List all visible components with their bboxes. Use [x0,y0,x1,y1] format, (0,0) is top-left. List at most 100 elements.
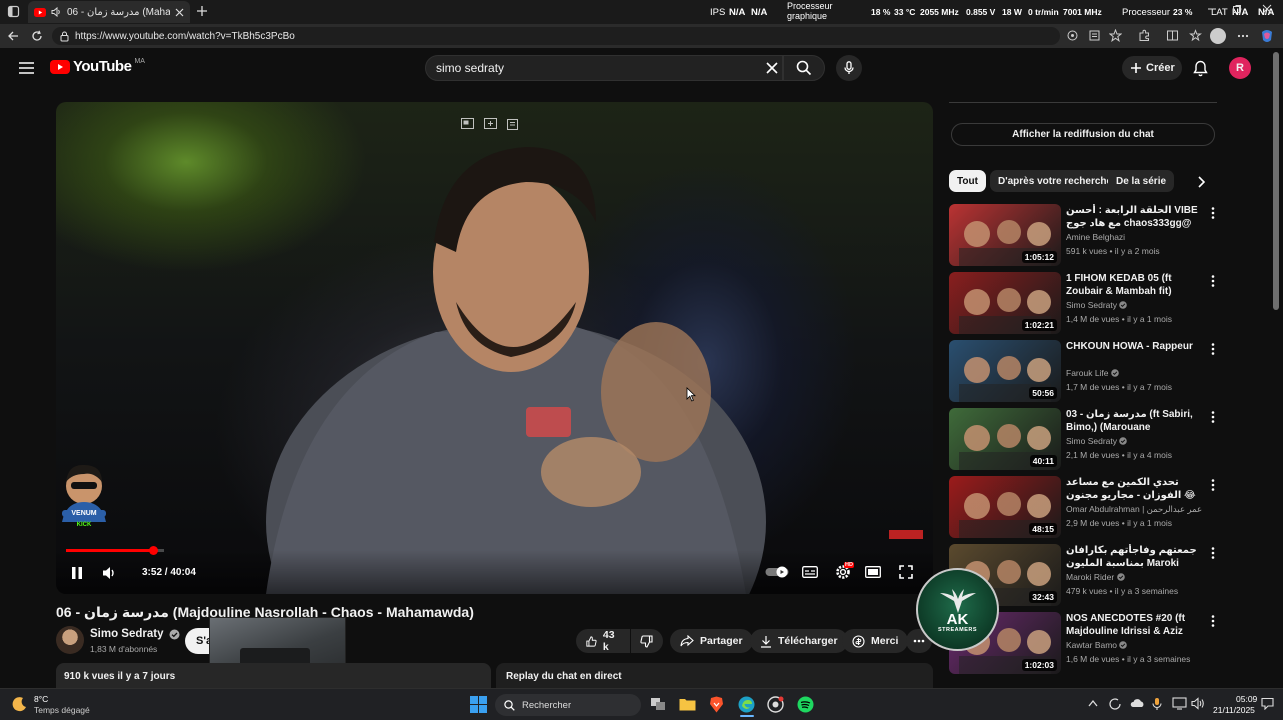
recommendation-channel[interactable]: Maroki Rider [1066,572,1125,582]
fullscreen-button[interactable] [897,564,915,580]
page-scrollbar[interactable] [1273,52,1279,310]
recommendation-channel[interactable]: Farouk Life [1066,368,1119,378]
chip-all[interactable]: Tout [949,170,986,192]
profile-avatar-icon[interactable] [1210,28,1226,44]
onedrive-icon[interactable] [1130,698,1145,708]
description-box[interactable]: 910 k vues il y a 7 jours [56,663,491,689]
recommendation-thumbnail[interactable]: 40:11 [949,408,1061,470]
overlay-notes-icon[interactable] [507,118,518,130]
recommendation-channel[interactable]: Kawtar Bamo [1066,640,1128,650]
volume-button[interactable] [100,564,118,582]
voice-search-button[interactable] [836,55,862,81]
spotify-icon[interactable] [797,696,814,713]
share-button[interactable]: Partager [670,629,753,653]
search-input[interactable]: simo sedraty [425,55,783,81]
taskbar-search-box[interactable]: Rechercher [495,694,641,716]
menu-hamburger-icon[interactable] [19,62,34,74]
reload-icon[interactable] [31,30,43,42]
show-chat-replay-button[interactable]: Afficher la rediffusion du chat [951,123,1215,146]
recommendation-channel[interactable]: Simo Sedraty [1066,436,1128,446]
close-window-icon[interactable] [1262,4,1272,14]
recommendation-channel[interactable]: Omar Abdulrahman | عمر عبدالرحمن [1066,504,1202,515]
settings-button[interactable]: HD [832,562,854,582]
like-button[interactable]: 43 k [576,629,630,653]
lock-icon[interactable] [60,31,69,42]
start-button[interactable] [470,696,487,713]
search-button[interactable] [783,55,825,81]
github-app-icon[interactable] [767,696,784,713]
recommendation-more-icon[interactable] [1207,274,1219,288]
notification-center-icon[interactable] [1261,697,1274,710]
recommendation-more-icon[interactable] [1207,614,1219,628]
recommendation-more-icon[interactable] [1207,206,1219,220]
extension-puzzle-icon[interactable] [1138,29,1151,42]
copilot-icon[interactable] [1259,28,1275,44]
new-tab-icon[interactable] [196,5,208,17]
notifications-bell-icon[interactable] [1193,60,1208,77]
progress-scrubber[interactable] [149,546,159,555]
reader-mode-icon[interactable] [1088,29,1101,42]
extensions-icon[interactable] [1066,29,1079,42]
back-icon[interactable] [7,30,19,42]
subtitles-button[interactable] [801,564,819,580]
collections-icon[interactable] [1189,29,1202,42]
brave-browser-icon[interactable] [709,696,724,713]
recommendation-thumbnail[interactable]: 1:05:12 [949,204,1061,266]
recommendation-title[interactable]: 1 FIHOM KEDAB 05 (ft Zoubair & Mambah fi… [1066,272,1206,298]
chips-next-button[interactable] [1192,174,1210,190]
split-screen-icon[interactable] [1166,29,1179,42]
recommendation-card[interactable]: 1:05:12 الحلقة الرابعة : أحسن VIBE مع هاد… [949,204,1221,266]
file-explorer-icon[interactable] [679,697,696,711]
create-button[interactable]: Créer [1122,56,1182,80]
recommendation-card[interactable]: 48:15 تحدي الكمين مع مساعد الفوزان - مجار… [949,476,1221,538]
recommendation-card[interactable]: 1:02:21 1 FIHOM KEDAB 05 (ft Zoubair & Ma… [949,272,1221,334]
recommendation-thumbnail[interactable]: 50:56 [949,340,1061,402]
download-button[interactable]: Télécharger [750,629,848,653]
recommendation-title[interactable]: جمعتهم وفاجأتهم بكارافان بمناسبة المليون… [1066,544,1206,570]
edge-browser-icon[interactable] [738,696,755,717]
theater-mode-button[interactable] [864,564,882,580]
tray-sync-icon[interactable] [1108,697,1122,711]
task-view-icon[interactable] [650,697,666,711]
close-tab-icon[interactable] [175,8,184,17]
recommendation-more-icon[interactable] [1207,342,1219,356]
account-avatar[interactable]: R [1229,57,1251,79]
overlay-capture-icon[interactable] [484,118,497,129]
channel-avatar[interactable] [56,626,84,654]
dislike-button[interactable] [631,629,663,653]
recommendation-channel[interactable]: Amine Belghazi [1066,232,1125,242]
chip-from-search[interactable]: D'après votre recherche [990,170,1121,192]
recommendation-thumbnail[interactable]: 48:15 [949,476,1061,538]
recommendation-title[interactable]: CHKOUN HOWA - Rappeur [1066,340,1206,353]
more-options-icon[interactable] [1237,30,1249,42]
tab-actions-icon[interactable] [7,5,20,18]
favorite-star-icon[interactable] [1109,29,1122,42]
recommendation-title[interactable]: NOS ANECDOTES #20 (ft Majdouline Idrissi… [1066,612,1206,638]
restore-window-icon[interactable] [1232,4,1242,14]
minimize-window-icon[interactable] [1207,4,1217,14]
overlay-screen-icon[interactable] [461,118,474,129]
recommendation-thumbnail[interactable]: 1:02:21 [949,272,1061,334]
volume-tray-icon[interactable] [1191,697,1205,710]
youtube-logo[interactable]: YouTube MA [50,58,145,75]
recommendation-title[interactable]: الحلقة الرابعة : أحسن VIBE مع هاد جوج ch… [1066,204,1206,230]
address-bar[interactable]: https://www.youtube.com/watch?v=TkBh5c3P… [52,27,1060,45]
recommendation-title[interactable]: مدرسة زمان - 03 (ft Sabiri, Bimo,) (Maro… [1066,408,1206,434]
recommendation-card[interactable]: 40:11 مدرسة زمان - 03 (ft Sabiri, Bimo,) … [949,408,1221,470]
speaker-icon[interactable] [51,7,62,17]
recommendation-title[interactable]: تحدي الكمين مع مساعد الفوزان - مجاريو مج… [1066,476,1206,502]
tray-mic-icon[interactable] [1152,697,1162,711]
clear-search-icon[interactable] [766,62,778,74]
channel-name-row[interactable]: Simo Sedraty [90,628,180,640]
network-icon[interactable] [1172,697,1187,710]
pause-button[interactable] [68,564,86,582]
active-tab[interactable]: مدرسة زمان - 06 (Mahamawda) [28,1,190,23]
recommendation-more-icon[interactable] [1207,478,1219,492]
video-player[interactable]: VENUM KICK 3:52 / 40:04 HD [56,102,933,594]
chip-from-series[interactable]: De la série [1108,170,1175,192]
autoplay-toggle[interactable] [765,565,789,579]
recommendation-more-icon[interactable] [1207,410,1219,424]
thanks-button[interactable]: Merci [842,629,909,653]
recommendation-more-icon[interactable] [1207,546,1219,560]
tray-overflow-icon[interactable] [1088,699,1098,707]
